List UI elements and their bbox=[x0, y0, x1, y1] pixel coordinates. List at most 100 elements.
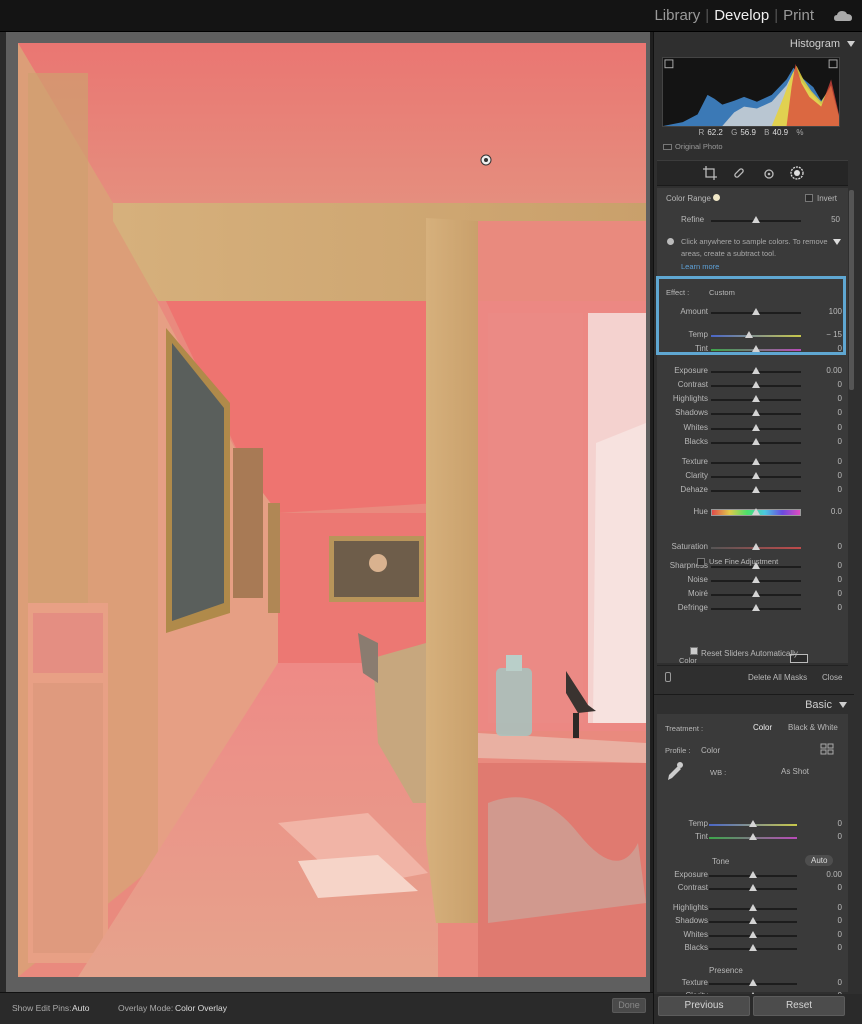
amount-value[interactable]: 100 bbox=[829, 307, 842, 316]
module-library[interactable]: Library bbox=[654, 7, 700, 24]
contrast-slider-thumb[interactable] bbox=[752, 381, 760, 388]
saturation-slider-thumb[interactable] bbox=[752, 543, 760, 550]
contrast-label: Contrast bbox=[677, 380, 708, 389]
basic-panel-header[interactable]: Basic bbox=[654, 694, 854, 714]
done-button[interactable]: Done bbox=[612, 998, 646, 1013]
collapse-triangle-icon[interactable] bbox=[847, 41, 855, 47]
defringe-slider-thumb[interactable] bbox=[752, 604, 760, 611]
overlay-mode-select[interactable]: Color Overlay bbox=[175, 1003, 227, 1013]
tint-slider-thumb[interactable] bbox=[752, 345, 760, 352]
close-masks-button[interactable]: Close bbox=[822, 673, 842, 682]
shadows-value[interactable]: 0 bbox=[838, 916, 842, 925]
learn-more-link[interactable]: Learn more bbox=[681, 262, 719, 271]
contrast-value[interactable]: 0 bbox=[838, 380, 842, 389]
refine-slider-thumb[interactable] bbox=[752, 216, 760, 223]
color-range-swatch[interactable] bbox=[713, 194, 720, 201]
histogram-title[interactable]: Histogram bbox=[790, 38, 840, 50]
whites-slider-thumb[interactable] bbox=[749, 931, 757, 938]
saturation-value[interactable]: 0 bbox=[838, 542, 842, 551]
clarity-value[interactable]: 0 bbox=[838, 471, 842, 480]
cloud-icon[interactable] bbox=[834, 11, 852, 21]
refine-value[interactable]: 50 bbox=[831, 215, 840, 224]
tint-value[interactable]: 0 bbox=[838, 832, 842, 841]
red-eye-icon[interactable] bbox=[762, 166, 776, 180]
show-edit-pins-select[interactable]: Auto bbox=[72, 1003, 90, 1013]
fine-adjustment-checkbox[interactable] bbox=[697, 558, 705, 566]
wb-select[interactable]: As Shot bbox=[781, 767, 809, 776]
basic-title[interactable]: Basic bbox=[805, 699, 832, 711]
defringe-value[interactable]: 0 bbox=[838, 603, 842, 612]
original-photo-icon[interactable] bbox=[663, 144, 672, 150]
texture-slider-thumb[interactable] bbox=[752, 458, 760, 465]
amount-slider-thumb[interactable] bbox=[752, 308, 760, 315]
histogram-chart[interactable] bbox=[662, 57, 840, 127]
tint-slider-thumb[interactable] bbox=[749, 833, 757, 840]
highlights-value[interactable]: 0 bbox=[838, 903, 842, 912]
invert-checkbox[interactable] bbox=[805, 194, 813, 202]
temp-value[interactable]: 0 bbox=[838, 819, 842, 828]
previous-button[interactable]: Previous bbox=[658, 996, 750, 1016]
info-collapse-icon[interactable] bbox=[833, 239, 841, 245]
sharpness-value[interactable]: 0 bbox=[838, 561, 842, 570]
profile-select[interactable]: Color bbox=[701, 746, 720, 755]
blacks-value[interactable]: 0 bbox=[838, 437, 842, 446]
masking-icon[interactable] bbox=[790, 166, 804, 180]
texture-value[interactable]: 0 bbox=[838, 457, 842, 466]
exposure-slider-thumb[interactable] bbox=[749, 871, 757, 878]
panel-scrollbar[interactable] bbox=[849, 190, 854, 390]
shadows-slider-thumb[interactable] bbox=[749, 917, 757, 924]
reset-sliders-checkbox[interactable] bbox=[690, 647, 698, 655]
contrast-slider-thumb[interactable] bbox=[749, 884, 757, 891]
highlights-value[interactable]: 0 bbox=[838, 394, 842, 403]
dehaze-slider-thumb[interactable] bbox=[752, 486, 760, 493]
noise-slider-thumb[interactable] bbox=[752, 576, 760, 583]
whites-value[interactable]: 0 bbox=[838, 930, 842, 939]
profile-browser-icon[interactable] bbox=[820, 743, 834, 755]
clarity-slider-thumb[interactable] bbox=[752, 472, 760, 479]
mask-toggle-icon[interactable] bbox=[665, 672, 671, 682]
contrast-value[interactable]: 0 bbox=[838, 883, 842, 892]
photo-with-mask-overlay[interactable] bbox=[18, 43, 646, 977]
highlights-slider-thumb[interactable] bbox=[749, 904, 757, 911]
delete-all-masks-button[interactable]: Delete All Masks bbox=[748, 673, 807, 682]
dehaze-value[interactable]: 0 bbox=[838, 485, 842, 494]
treatment-bw-option[interactable]: Black & White bbox=[788, 723, 838, 732]
highlights-slider-thumb[interactable] bbox=[752, 395, 760, 402]
treatment-color-option[interactable]: Color bbox=[753, 723, 772, 732]
texture-value[interactable]: 0 bbox=[838, 978, 842, 987]
healing-icon[interactable] bbox=[732, 166, 746, 180]
temp-slider-track[interactable] bbox=[711, 335, 801, 337]
exposure-slider-thumb[interactable] bbox=[752, 367, 760, 374]
tone-auto-button[interactable]: Auto bbox=[805, 855, 834, 866]
moir-slider-thumb[interactable] bbox=[752, 590, 760, 597]
blacks-value[interactable]: 0 bbox=[838, 943, 842, 952]
module-print[interactable]: Print bbox=[783, 7, 814, 24]
blacks-slider-thumb[interactable] bbox=[752, 438, 760, 445]
tint-value[interactable]: 0 bbox=[838, 344, 842, 353]
photo-viewer[interactable] bbox=[6, 32, 650, 992]
crop-icon[interactable] bbox=[703, 166, 717, 180]
temp-slider-thumb[interactable] bbox=[744, 331, 753, 338]
module-develop[interactable]: Develop bbox=[714, 7, 769, 24]
moir-value[interactable]: 0 bbox=[838, 589, 842, 598]
shadows-slider-thumb[interactable] bbox=[752, 409, 760, 416]
info-icon bbox=[667, 238, 674, 245]
reset-button[interactable]: Reset bbox=[753, 996, 845, 1016]
exposure-value[interactable]: 0.00 bbox=[826, 366, 842, 375]
temp-slider-thumb[interactable] bbox=[749, 820, 757, 827]
effect-preset-select[interactable]: Custom bbox=[709, 288, 735, 297]
hue-slider-thumb[interactable] bbox=[752, 508, 760, 515]
hue-slider-row: Hue 0.0 bbox=[657, 506, 848, 519]
texture-slider-thumb[interactable] bbox=[749, 979, 757, 986]
shadows-value[interactable]: 0 bbox=[838, 408, 842, 417]
white-balance-eyedropper-icon[interactable] bbox=[665, 760, 685, 782]
fine-adjustment-label: Use Fine Adjustment bbox=[709, 557, 779, 566]
hue-value[interactable]: 0.0 bbox=[831, 507, 842, 516]
whites-value[interactable]: 0 bbox=[838, 423, 842, 432]
noise-value[interactable]: 0 bbox=[838, 575, 842, 584]
blacks-slider-thumb[interactable] bbox=[749, 944, 757, 951]
temp-value[interactable]: − 15 bbox=[826, 330, 842, 339]
whites-slider-thumb[interactable] bbox=[752, 424, 760, 431]
exposure-value[interactable]: 0.00 bbox=[826, 870, 842, 879]
collapse-triangle-icon[interactable] bbox=[839, 702, 847, 708]
